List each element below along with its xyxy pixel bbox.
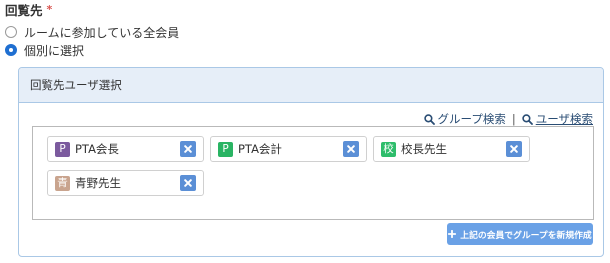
close-icon — [184, 179, 192, 187]
search-links: グループ検索 | ユーザ検索 — [423, 111, 593, 127]
close-icon — [184, 145, 192, 153]
plus-icon — [448, 230, 457, 238]
selected-users-box: P PTA会長 P PTA会計 校 校長先生 青 青野先生 — [32, 126, 594, 220]
close-icon — [510, 145, 518, 153]
avatar: 青 — [55, 176, 70, 191]
group-search-link[interactable]: グループ検索 — [423, 111, 506, 127]
remove-user-button[interactable] — [343, 141, 359, 157]
user-search-label: ユーザ検索 — [535, 112, 593, 126]
panel-header: 回覧先ユーザ選択 — [19, 68, 603, 103]
avatar: 校 — [381, 142, 396, 157]
user-chip-name: PTA会計 — [238, 142, 282, 156]
remove-user-button[interactable] — [180, 175, 196, 191]
user-chip: 校 校長先生 — [373, 136, 530, 162]
group-search-label: グループ検索 — [437, 112, 506, 126]
user-chip-name: 青野先生 — [75, 176, 121, 190]
avatar: P — [218, 142, 233, 157]
avatar: P — [55, 142, 70, 157]
search-separator: | — [511, 112, 516, 126]
required-mark: * — [46, 3, 53, 16]
create-group-button[interactable]: 上記の会員でグループを新規作成 — [447, 223, 593, 245]
radio-option-individual[interactable]: 個別に選択 — [5, 42, 84, 58]
radio-label-all-members: ルームに参加している全会員 — [24, 25, 180, 40]
close-icon — [347, 145, 355, 153]
search-icon — [423, 113, 435, 125]
create-group-label: 上記の会員でグループを新規作成 — [460, 230, 592, 241]
search-icon — [522, 113, 533, 125]
radio-button-all-members[interactable] — [5, 26, 17, 38]
user-chip: P PTA会長 — [47, 136, 204, 162]
user-chip-name: PTA会長 — [75, 142, 119, 156]
radio-label-individual: 個別に選択 — [24, 43, 85, 58]
user-chip: P PTA会計 — [210, 136, 367, 162]
radio-option-all-members[interactable]: ルームに参加している全会員 — [5, 24, 179, 40]
user-chip: 青 青野先生 — [47, 170, 204, 196]
user-search-link[interactable]: ユーザ検索 — [522, 111, 593, 127]
field-label: 回覧先 * — [5, 3, 52, 20]
panel-title: 回覧先ユーザ選択 — [30, 78, 122, 92]
radio-button-individual[interactable] — [5, 44, 17, 56]
recipient-select-panel: 回覧先ユーザ選択 グループ検索 | ユーザ検索 P PTA会長 P PTA会計 … — [18, 67, 604, 257]
user-chip-name: 校長先生 — [401, 142, 447, 156]
remove-user-button[interactable] — [506, 141, 522, 157]
remove-user-button[interactable] — [180, 141, 196, 157]
field-label-text: 回覧先 — [5, 3, 43, 18]
